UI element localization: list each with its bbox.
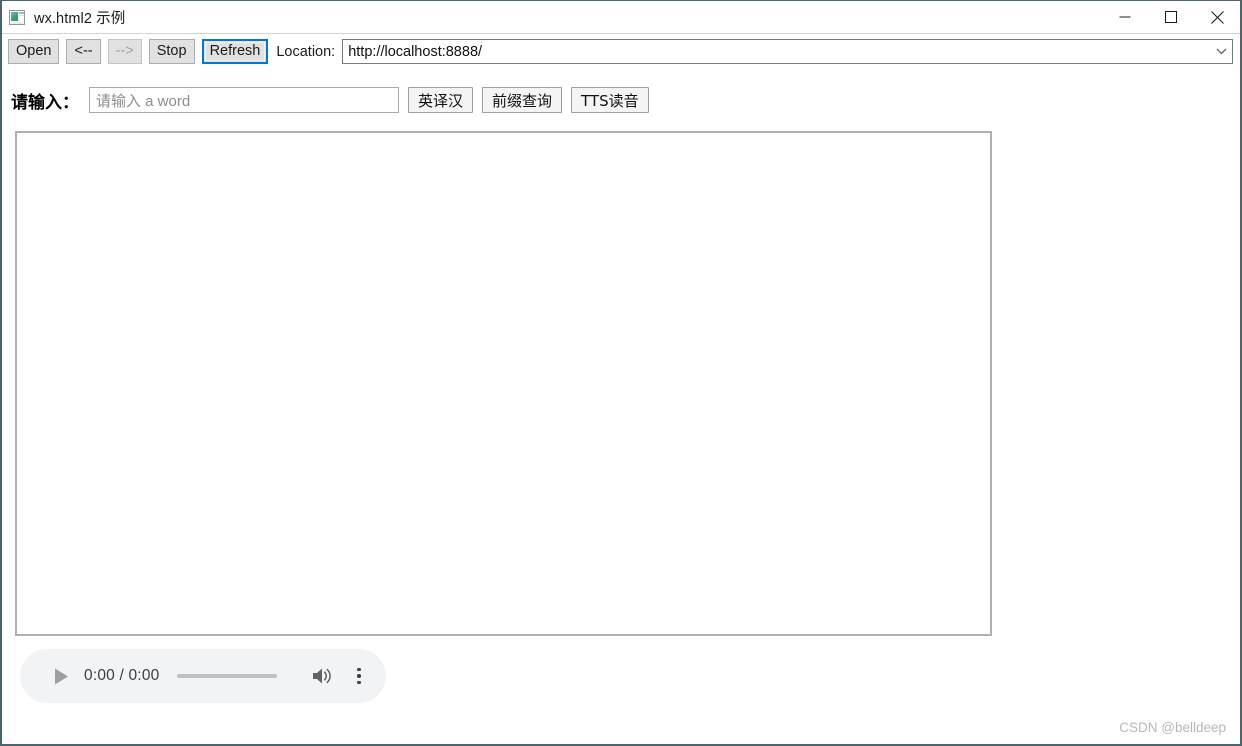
- app-icon-bar-3: [11, 21, 24, 24]
- location-input[interactable]: http://localhost:8888/: [343, 44, 1211, 60]
- translate-en-to-zh-button[interactable]: 英译汉: [408, 87, 474, 113]
- location-label: Location:: [276, 43, 336, 60]
- app-icon-panel: [11, 11, 18, 21]
- stop-button[interactable]: Stop: [148, 39, 195, 64]
- browser-toolbar: Open <-- --> Stop Refresh Location: http…: [2, 34, 1240, 69]
- window-controls: [1102, 1, 1240, 33]
- more-options-button[interactable]: [346, 662, 372, 690]
- tts-pronounce-button[interactable]: TTS读音: [571, 87, 649, 113]
- window-title: wx.html2 示例: [34, 10, 126, 27]
- application-window: wx.html2 示例 Open <-- --> Stop Refresh Lo…: [0, 0, 1242, 746]
- close-icon: [1210, 10, 1224, 24]
- forward-button: -->: [107, 39, 142, 64]
- app-icon-bar-2: [19, 14, 24, 16]
- minimize-icon: [1119, 16, 1131, 18]
- app-window-icon: [9, 9, 25, 25]
- title-bar: wx.html2 示例: [2, 1, 1240, 34]
- close-button[interactable]: [1194, 1, 1240, 33]
- time-display: 0:00 / 0:00: [84, 667, 160, 684]
- minimize-button[interactable]: [1102, 1, 1148, 33]
- progress-bar-track[interactable]: [177, 674, 278, 678]
- volume-button[interactable]: [308, 662, 336, 690]
- webview-content-area[interactable]: [15, 131, 992, 636]
- open-button[interactable]: Open: [8, 39, 60, 64]
- maximize-icon: [1165, 11, 1177, 23]
- maximize-button[interactable]: [1148, 1, 1194, 33]
- location-dropdown-button[interactable]: [1211, 40, 1232, 63]
- volume-icon: [313, 668, 331, 684]
- watermark: CSDN @belldeep: [1119, 720, 1226, 735]
- progress-slider[interactable]: [177, 674, 294, 678]
- location-combobox[interactable]: http://localhost:8888/: [342, 39, 1233, 64]
- query-row: 请输入： 请输入 a word 英译汉 前缀查询 TTS读音: [2, 83, 1240, 117]
- word-input[interactable]: 请输入 a word: [89, 87, 399, 113]
- more-vertical-icon-dot-1: [357, 667, 361, 672]
- refresh-button[interactable]: Refresh: [201, 39, 269, 64]
- play-icon: [54, 668, 68, 684]
- more-vertical-icon-dot-2: [357, 674, 361, 678]
- audio-player[interactable]: 0:00 / 0:00: [20, 649, 386, 703]
- chevron-down-icon: [1216, 48, 1227, 55]
- more-vertical-icon-dot-3: [357, 680, 361, 685]
- back-button[interactable]: <--: [66, 39, 101, 64]
- app-icon-bar-1: [19, 11, 24, 14]
- play-button[interactable]: [44, 659, 78, 693]
- query-label: 请输入：: [11, 92, 79, 113]
- prefix-search-button[interactable]: 前缀查询: [482, 87, 563, 113]
